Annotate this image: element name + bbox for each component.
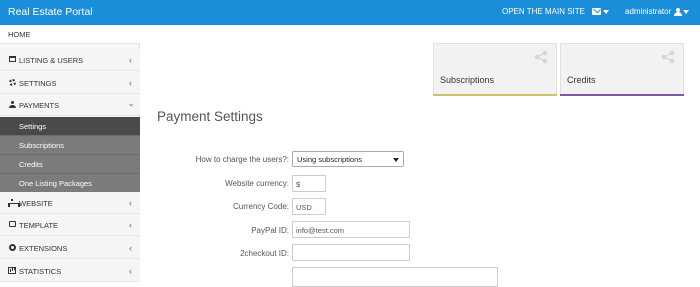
chevron-down-icon: ‹ <box>125 103 136 107</box>
submenu-item-label: Credits <box>19 160 43 169</box>
paypal-label: PayPal ID: <box>251 226 289 235</box>
submenu-item-label: Settings <box>19 122 47 131</box>
sidebar-item-website[interactable]: WEBSITE ‹ <box>0 192 140 214</box>
chevron-left-icon: ‹ <box>129 78 132 88</box>
user-icon <box>8 101 16 109</box>
charge-method-select[interactable]: Using subscriptions <box>292 151 404 167</box>
chart-icon <box>8 267 16 275</box>
open-main-site-link[interactable]: OPEN THE MAIN SITE <box>502 7 585 16</box>
sidebar-item-label: STATISTICS <box>19 267 62 276</box>
card-accent-bar <box>433 94 557 96</box>
card-credits[interactable]: Credits <box>560 43 684 96</box>
currency-label: Website currency: <box>225 179 289 188</box>
sidebar-item-home[interactable]: HOME <box>0 25 140 44</box>
sidebar: HOME LISTING & USERS ‹ SETTINGS ‹ PAYMEN… <box>0 25 140 282</box>
sidebar-item-label: HOME <box>8 30 31 39</box>
checkout-id-input[interactable] <box>292 244 410 261</box>
submenu-item-label: Subscriptions <box>19 141 65 150</box>
submenu-item-label: One Listing Packages <box>19 179 92 188</box>
sidebar-item-label: PAYMENTS <box>19 101 60 110</box>
top-navbar: Real Estate Portal OPEN THE MAIN SITE ad… <box>0 0 700 25</box>
caret-down-icon <box>683 9 690 14</box>
website-currency-input[interactable]: $ <box>292 175 326 192</box>
share-icon <box>534 50 548 64</box>
submenu-item-subscriptions[interactable]: Subscriptions <box>0 136 140 155</box>
share-icon <box>661 50 675 64</box>
card-accent-bar <box>560 94 684 96</box>
card-title: Subscriptions <box>440 75 495 85</box>
caret-down-icon <box>603 9 609 14</box>
sidebar-item-template[interactable]: TEMPLATE ‹ <box>0 214 140 236</box>
grid-icon <box>8 56 16 64</box>
envelope-icon <box>592 8 601 16</box>
currency-code-label: Currency Code: <box>232 202 289 211</box>
sidebar-item-label: EXTENSIONS <box>19 244 68 253</box>
card-subscriptions[interactable]: Subscriptions <box>433 43 557 96</box>
submenu-item-one-listing-packages[interactable]: One Listing Packages <box>0 174 140 193</box>
cogs-icon <box>8 79 16 87</box>
sidebar-item-label: WEBSITE <box>19 199 53 208</box>
card-title: Credits <box>567 75 596 85</box>
sidebar-item-listing-users[interactable]: LISTING & USERS ‹ <box>0 49 140 71</box>
sidebar-item-label: TEMPLATE <box>19 221 59 230</box>
sidebar-item-label: SETTINGS <box>19 79 57 88</box>
messages-dropdown[interactable] <box>592 7 609 16</box>
currency-code-input[interactable]: USD <box>292 198 326 215</box>
settings-textarea[interactable] <box>292 267 498 287</box>
paypal-id-input[interactable]: info@test.com <box>292 221 410 238</box>
square-icon <box>8 221 16 229</box>
submenu-item-settings[interactable]: Settings <box>0 117 140 136</box>
user-menu[interactable]: administrator <box>625 7 690 16</box>
sidebar-item-settings[interactable]: SETTINGS ‹ <box>0 72 140 94</box>
sidebar-item-statistics[interactable]: STATISTICS ‹ <box>0 260 140 282</box>
sidebar-item-label: LISTING & USERS <box>19 56 84 65</box>
caret-down-icon <box>393 158 399 162</box>
sidebar-item-payments[interactable]: PAYMENTS ‹ <box>0 94 140 116</box>
submenu-item-credits[interactable]: Credits <box>0 155 140 174</box>
user-icon <box>674 7 683 16</box>
charge-label: How to charge the users?: <box>195 155 289 164</box>
brand-title[interactable]: Real Estate Portal <box>8 6 93 18</box>
page-title: Payment Settings <box>157 109 263 124</box>
sitemap-icon <box>8 199 20 207</box>
circle-icon <box>8 244 16 252</box>
checkout-label: 2checkout ID: <box>240 249 289 258</box>
user-name: administrator <box>625 7 672 16</box>
chevron-left-icon: ‹ <box>129 55 132 65</box>
sidebar-item-extensions[interactable]: EXTENSIONS ‹ <box>0 237 140 259</box>
chevron-left-icon: ‹ <box>129 266 132 276</box>
charge-method-value: Using subscriptions <box>297 155 363 164</box>
